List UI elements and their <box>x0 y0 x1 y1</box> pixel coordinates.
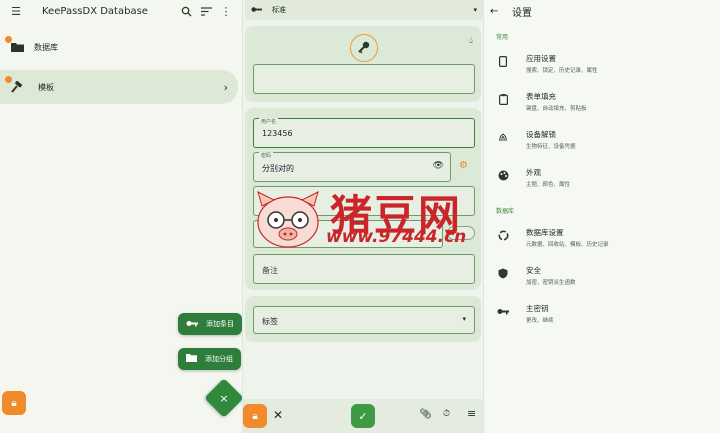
settings-pane: ← 设置 常用 应用设置搜索、锁定、历史记录、属性 表单填充键盘、自动填充、剪贴… <box>484 0 720 433</box>
password-generator-icon[interactable]: ⚙︎ <box>459 160 468 171</box>
password-field[interactable]: 密码 分别对的 👁︎ <box>253 152 451 182</box>
left-toolbar: ☰ KeePassDX Database ⋮ <box>0 0 242 22</box>
chevron-right-icon: › <box>223 80 228 94</box>
setting-title: 应用设置 <box>526 53 556 63</box>
setting-device-unlock[interactable]: 设备解锁生物特征、设备凭据 <box>484 120 720 158</box>
lock-database-button[interactable]: 🔒︎ <box>243 404 267 428</box>
cancel-icon[interactable]: ✕ <box>273 408 283 422</box>
group-item-templates[interactable]: 模板 › <box>0 70 238 104</box>
overflow-menu-icon[interactable]: ⋮ <box>216 1 236 21</box>
setting-subtitle: 元数据、回收站、模板、历史记录 <box>526 241 609 248</box>
color-drops-icon[interactable]: 💧︎ <box>469 36 473 46</box>
lock-icon: 🔒︎ <box>252 410 258 422</box>
setting-security[interactable]: 安全加密、密钥派生函数 <box>484 256 720 294</box>
setting-subtitle: 搜索、锁定、历史记录、属性 <box>526 67 598 74</box>
section-header-general: 常用 <box>496 34 509 41</box>
add-entry-button[interactable]: 添加条目 <box>178 313 242 335</box>
setting-subtitle: 主题、颜色、属性 <box>526 181 571 188</box>
entry-icon-button[interactable] <box>350 34 378 62</box>
template-label: 标准 <box>272 6 286 14</box>
database-title: KeePassDX Database <box>42 5 148 17</box>
setting-title: 表单填充 <box>526 91 556 101</box>
shield-icon <box>496 268 510 282</box>
setting-master-key[interactable]: 主密钥 更改、继续 <box>484 294 720 332</box>
setting-title: 设备解锁 <box>526 129 556 139</box>
setting-app[interactable]: 应用设置搜索、锁定、历史记录、属性 <box>484 44 720 82</box>
otp-icon[interactable]: ⏱︎ <box>443 409 450 419</box>
password-value: 分别对的 <box>262 164 294 173</box>
template-selector[interactable]: 标准 ▾ <box>245 0 483 20</box>
username-label: 用户名 <box>259 118 279 125</box>
dropdown-arrow-icon: ▾ <box>462 315 466 323</box>
lock-database-button[interactable]: 🔒︎ <box>2 391 26 415</box>
new-badge-icon <box>5 76 12 83</box>
title-field[interactable] <box>253 64 475 94</box>
setting-subtitle: 键盘、自动填充、剪贴板 <box>526 105 587 112</box>
tags-label: 标签 <box>262 317 278 326</box>
lock-icon: 🔒︎ <box>11 397 17 409</box>
tags-card: 标签 ▾ <box>245 296 481 342</box>
key-icon <box>357 40 371 57</box>
setting-subtitle: 加密、密钥派生函数 <box>526 279 576 286</box>
setting-database[interactable]: 数据库设置元数据、回收站、模板、历史记录 <box>484 218 720 256</box>
setting-subtitle: 生物特征、设备凭据 <box>526 143 576 150</box>
password-label: 密码 <box>259 152 274 159</box>
search-icon[interactable] <box>176 1 196 21</box>
clipboard-icon <box>496 94 510 108</box>
key-icon <box>186 320 198 329</box>
dropdown-arrow-icon: ▾ <box>473 6 477 14</box>
username-value: 123456 <box>262 129 293 138</box>
setting-title: 主密钥 <box>526 303 549 313</box>
folder-icon <box>186 354 197 364</box>
hammer-icon <box>10 81 24 93</box>
add-group-button[interactable]: 添加分组 <box>178 348 241 370</box>
add-entry-label: 添加条目 <box>206 320 234 328</box>
sort-icon[interactable] <box>196 1 216 21</box>
key-icon <box>251 6 262 15</box>
setting-title: 数据库设置 <box>526 227 564 237</box>
notes-placeholder: 备注 <box>262 266 278 275</box>
save-entry-button[interactable]: ✓ <box>351 404 375 428</box>
back-arrow-icon[interactable]: ← <box>490 6 504 17</box>
key-icon <box>496 308 510 318</box>
database-settings-icon <box>496 230 510 244</box>
section-header-database: 数据库 <box>496 208 515 215</box>
username-field[interactable]: 用户名 123456 <box>253 118 475 148</box>
setting-autofill[interactable]: 表单填充键盘、自动填充、剪贴板 <box>484 82 720 120</box>
watermark-url: www.97444.cn <box>326 227 467 247</box>
folder-icon <box>10 42 24 52</box>
visibility-eye-icon[interactable]: 👁︎ <box>433 161 444 171</box>
setting-title: 外观 <box>526 167 541 177</box>
group-label: 模板 <box>38 82 54 92</box>
group-item-database[interactable]: 数据库 <box>0 30 242 64</box>
setting-appearance[interactable]: 外观主题、颜色、属性 <box>484 158 720 196</box>
menu-icon[interactable]: ☰ <box>6 1 26 21</box>
setting-title: 安全 <box>526 265 541 275</box>
close-icon: × <box>219 391 229 405</box>
palette-icon <box>496 170 510 184</box>
tags-field[interactable]: 标签 ▾ <box>253 306 475 334</box>
pig-mascot-logo <box>257 191 319 248</box>
groups-pane: ☰ KeePassDX Database ⋮ 数据库 模板 › 添加条目 添加分… <box>0 0 242 433</box>
setting-subtitle: 更改、继续 <box>526 317 554 324</box>
more-fields-icon[interactable]: ≡ <box>467 407 476 420</box>
attachment-icon[interactable]: 📎︎ <box>419 409 432 420</box>
settings-toolbar: ← 设置 <box>484 0 720 22</box>
add-group-label: 添加分组 <box>205 355 233 363</box>
settings-title: 设置 <box>512 7 532 19</box>
entry-bottom-bar: 🔒︎ ✕ ✓ 📎︎ ⏱︎ ≡ <box>243 399 483 433</box>
close-fab-button[interactable]: × <box>204 378 244 418</box>
new-badge-icon <box>5 36 12 43</box>
notes-field[interactable]: 备注 <box>253 254 475 284</box>
group-label: 数据库 <box>34 42 58 52</box>
check-icon: ✓ <box>358 409 368 423</box>
fingerprint-icon <box>496 132 510 146</box>
phone-icon <box>496 56 510 70</box>
entry-title-card: 💧︎ <box>245 26 481 102</box>
